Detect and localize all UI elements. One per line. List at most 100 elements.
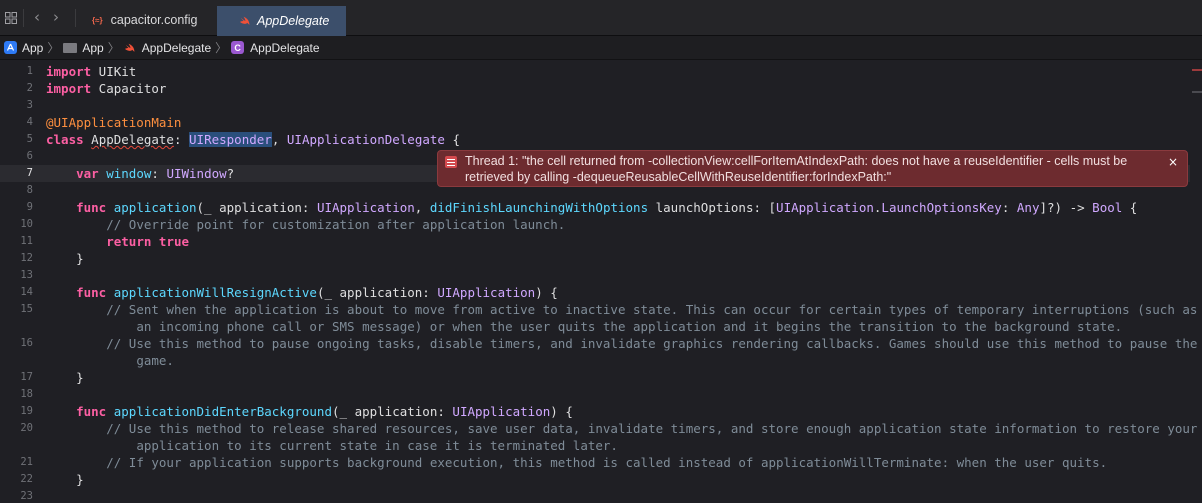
chevron-right-icon: 〉 [47, 41, 60, 55]
breadcrumb-file[interactable]: AppDelegate [124, 41, 211, 55]
folder-icon [63, 42, 78, 53]
code-line: 12 } [0, 250, 1190, 267]
code-line-wrap: an incoming phone call or SMS message) o… [0, 318, 1190, 335]
tab-appdelegate[interactable]: AppDelegate [217, 6, 346, 36]
app-project-icon [4, 41, 17, 54]
code-line: 5 class AppDelegate: UIResponder, UIAppl… [0, 131, 1190, 148]
code-text: func application(_ application: UIApplic… [76, 200, 1138, 215]
line-number: 20 [20, 422, 33, 434]
minimap-error-marker [1192, 69, 1202, 71]
code-text: @UIApplicationMain [46, 115, 182, 130]
tab-capacitor-config[interactable]: {≈} capacitor.config [92, 6, 214, 34]
line-number: 7 [26, 167, 33, 179]
minimap-marker [1192, 91, 1202, 93]
line-number: 19 [20, 405, 33, 417]
breadcrumb-label: AppDelegate [250, 40, 320, 55]
breadcrumb-label: App [82, 40, 104, 55]
code-line: 15 // Sent when the application is about… [0, 301, 1197, 318]
code-text: game. [136, 353, 174, 368]
code-line: 18 [0, 386, 1190, 403]
divider [75, 9, 76, 27]
json-icon: {≈} [92, 15, 103, 25]
breadcrumb-label: AppDelegate [141, 40, 212, 55]
close-icon[interactable]: × [1168, 154, 1178, 170]
code-text: import Capacitor [46, 81, 167, 96]
code-text: // Override point for customization afte… [106, 217, 566, 232]
code-line: 17 } [0, 369, 1190, 386]
line-number: 1 [26, 65, 33, 77]
chevron-right-icon: 〉 [215, 41, 228, 55]
error-icon [445, 156, 457, 168]
code-text: // Use this method to release shared res… [106, 421, 1198, 436]
line-number: 8 [26, 184, 33, 196]
code-editor[interactable]: 1 import UIKit 2 import Capacitor 3 4 @U… [0, 61, 1202, 503]
line-number: 3 [26, 99, 33, 111]
code-line: 21 // If your application supports backg… [0, 454, 1190, 471]
tab-bar: ‹ › {≈} capacitor.config AppDelegate [0, 0, 1202, 36]
code-line: 3 [0, 97, 1190, 114]
code-text: application to its current state in case… [136, 438, 618, 453]
code-text: // Sent when the application is about to… [106, 302, 1198, 317]
swift-icon [239, 16, 250, 25]
code-text: an incoming phone call or SMS message) o… [136, 319, 1123, 334]
tab-label: AppDelegate [257, 14, 330, 28]
code-line: 10 // Override point for customization a… [0, 216, 1190, 233]
line-number: 21 [20, 456, 33, 468]
grid-icon[interactable] [5, 12, 17, 24]
code-line: 1 import UIKit [0, 63, 1190, 80]
breadcrumb-project[interactable]: App [4, 41, 43, 55]
code-text: return true [106, 234, 190, 249]
breadcrumb-folder[interactable]: App [63, 40, 104, 55]
code-line-wrap: application to its current state in case… [0, 437, 1190, 454]
code-text: // If your application supports backgrou… [106, 455, 1108, 470]
code-text: import UIKit [46, 64, 137, 79]
code-line: 13 [0, 267, 1190, 284]
runtime-error-banner[interactable]: Thread 1: "the cell returned from -colle… [437, 150, 1188, 187]
line-number: 12 [20, 252, 33, 264]
error-line: Thread 1: "the cell returned from -colle… [465, 154, 1128, 168]
breadcrumb: App 〉 App 〉 AppDelegate 〉 C AppDelegate [0, 36, 1202, 60]
divider [23, 9, 24, 27]
line-number: 17 [20, 371, 33, 383]
breadcrumb-label: App [22, 40, 44, 55]
line-number: 14 [20, 286, 33, 298]
code-line: 16 // Use this method to pause ongoing t… [0, 335, 1197, 352]
forward-arrow-icon[interactable]: › [53, 8, 59, 26]
breadcrumb-symbol[interactable]: C AppDelegate [231, 40, 320, 55]
error-message: Thread 1: "the cell returned from -colle… [465, 153, 1165, 185]
line-number: 4 [26, 116, 33, 128]
code-text: } [76, 472, 84, 487]
chevron-right-icon: 〉 [107, 41, 120, 55]
line-number: 15 [20, 303, 33, 315]
swift-icon [124, 43, 135, 52]
tab-label: capacitor.config [110, 13, 198, 27]
code-line: 2 import Capacitor [0, 80, 1190, 97]
line-number: 11 [20, 235, 33, 247]
code-line: 22 } [0, 471, 1190, 488]
code-text: // Use this method to pause ongoing task… [106, 336, 1198, 351]
code-text: func applicationDidEnterBackground(_ app… [76, 404, 573, 419]
code-line: 4 @UIApplicationMain [0, 114, 1190, 131]
class-icon: C [231, 41, 245, 54]
line-number: 5 [26, 133, 33, 145]
line-number: 13 [20, 269, 33, 281]
code-text: } [76, 251, 84, 266]
line-number: 9 [26, 201, 33, 213]
line-number: 2 [26, 82, 33, 94]
code-line: 23 [0, 488, 1190, 503]
error-line: retrieved by calling -dequeueReusableCel… [465, 170, 892, 184]
code-text: func applicationWillResignActive(_ appli… [76, 285, 558, 300]
line-number: 22 [20, 473, 33, 485]
line-number: 23 [20, 490, 33, 502]
code-line: 14 func applicationWillResignActive(_ ap… [0, 284, 1190, 301]
code-line: 20 // Use this method to release shared … [0, 420, 1197, 437]
line-number: 16 [20, 337, 33, 349]
code-text: class AppDelegate: UIResponder, UIApplic… [46, 132, 460, 147]
line-number: 6 [26, 150, 33, 162]
code-line: 11 return true [0, 233, 1190, 250]
code-text: var window: UIWindow? [76, 166, 235, 181]
code-line-wrap: game. [0, 352, 1190, 369]
code-line: 9 func application(_ application: UIAppl… [0, 199, 1190, 216]
back-arrow-icon[interactable]: ‹ [34, 8, 40, 26]
line-number: 10 [20, 218, 33, 230]
